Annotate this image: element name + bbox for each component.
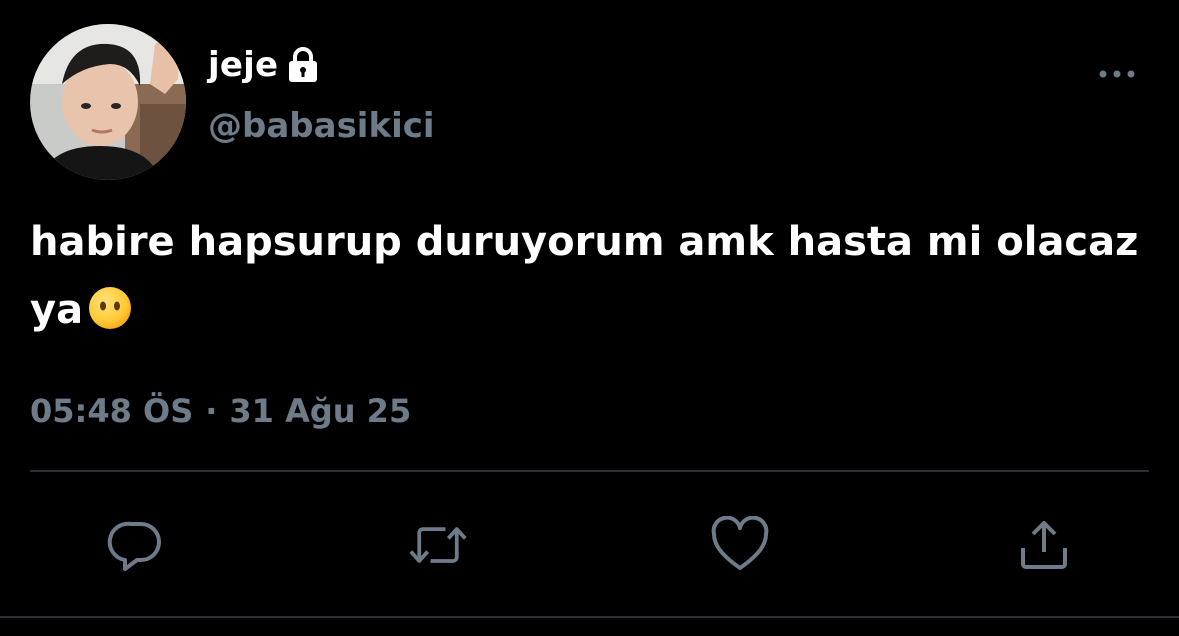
tweet-body: habire hapsurup duruyorum amk hasta mi o… <box>30 219 1139 333</box>
tweet-timestamp[interactable]: 05:48 ÖS · 31 Ağu 25 <box>30 392 411 430</box>
timestamp-separator: · <box>205 392 218 430</box>
tweet-text: habire hapsurup duruyorum amk hasta mi o… <box>30 208 1170 344</box>
like-button[interactable] <box>710 515 770 575</box>
bottom-divider <box>0 616 1179 618</box>
heart-icon <box>711 516 769 570</box>
share-icon <box>1021 521 1067 569</box>
tweet-time: 05:48 ÖS <box>30 392 194 430</box>
retweet-icon <box>409 527 467 563</box>
avatar[interactable] <box>30 24 186 180</box>
author-handle[interactable]: @babasikici <box>208 106 435 146</box>
profile-photo <box>30 24 186 180</box>
face-without-mouth-emoji <box>87 284 133 330</box>
lock-icon <box>286 46 320 84</box>
display-name[interactable]: jeje <box>208 45 278 85</box>
share-button[interactable] <box>1014 515 1074 575</box>
retweet-button[interactable] <box>408 515 468 575</box>
reply-button[interactable] <box>106 515 166 575</box>
tweet-date: 31 Ağu 25 <box>229 392 412 430</box>
divider <box>30 470 1149 472</box>
author-name-row: jeje <box>208 40 320 90</box>
more-options-icon[interactable] <box>1097 62 1137 86</box>
reply-icon <box>107 521 161 571</box>
